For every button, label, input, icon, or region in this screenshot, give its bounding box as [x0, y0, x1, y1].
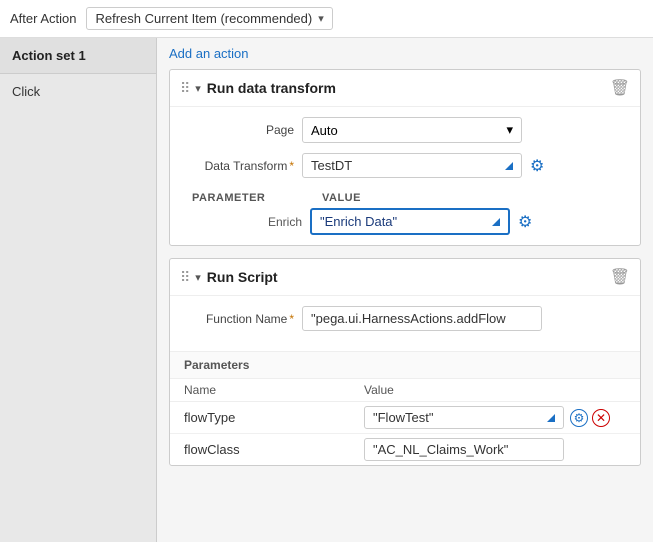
script-value-col-header: Value: [364, 383, 626, 397]
page-label: Page: [184, 123, 294, 137]
input-corner-indicator: [505, 162, 513, 170]
flow-class-name: flowClass: [184, 442, 364, 457]
flow-type-remove-icon[interactable]: ✕: [592, 409, 610, 427]
page-field-row: Page Auto ▾: [184, 117, 626, 143]
chevron-down-icon: ▾: [318, 12, 324, 25]
page-select-value: Auto: [311, 123, 338, 138]
data-transform-field-row: Data Transform TestDT ⚙: [184, 153, 626, 178]
action-set-title: Action set 1: [0, 38, 156, 74]
flow-type-name: flowType: [184, 410, 364, 425]
collapse-icon[interactable]: ▾: [195, 82, 201, 95]
function-name-label: Function Name: [184, 312, 294, 326]
drag-handle-icon[interactable]: ⠿: [180, 80, 189, 97]
run-script-header: ⠿ ▾ Run Script 🗑: [170, 259, 640, 296]
data-transform-label: Data Transform: [184, 159, 294, 173]
flow-type-corner: [547, 414, 555, 422]
data-transform-gear-icon[interactable]: ⚙: [530, 156, 544, 176]
run-script-card: ⠿ ▾ Run Script 🗑 Function Name "pega.ui.…: [169, 258, 641, 466]
flow-class-value: "AC_NL_Claims_Work": [373, 442, 555, 457]
main-layout: Action set 1 Click Add an action ⠿ ▾ Run…: [0, 38, 653, 542]
flow-type-input[interactable]: "FlowTest": [364, 406, 564, 429]
delete-action1-icon[interactable]: 🗑: [610, 78, 630, 98]
flow-class-input[interactable]: "AC_NL_Claims_Work": [364, 438, 564, 461]
action2-title: Run Script: [207, 269, 604, 285]
script-params-header: Parameters: [170, 351, 640, 379]
flow-type-value: "FlowTest": [373, 410, 547, 425]
flow-type-icons: ⚙ ✕: [570, 409, 610, 427]
data-transform-input[interactable]: TestDT: [302, 153, 522, 178]
data-transform-value: TestDT: [311, 158, 505, 173]
run-data-transform-header: ⠿ ▾ Run data transform 🗑: [170, 70, 640, 107]
enrich-gear-icon[interactable]: ⚙: [518, 212, 532, 232]
param-header-row: PARAMETER VALUE: [184, 188, 626, 208]
enrich-param-name: Enrich: [192, 215, 302, 229]
script-name-col-header: Name: [184, 383, 364, 397]
value-col-header: VALUE: [314, 188, 626, 208]
page-chevron-icon: ▾: [506, 122, 513, 138]
action1-title: Run data transform: [207, 80, 604, 96]
sidebar: Action set 1 Click: [0, 38, 157, 542]
param-corner-indicator: [492, 218, 500, 226]
enrich-param-input[interactable]: "Enrich Data": [310, 208, 510, 235]
content-area: Add an action ⠿ ▾ Run data transform 🗑 P…: [157, 38, 653, 542]
run-data-transform-card: ⠿ ▾ Run data transform 🗑 Page Auto ▾ Dat…: [169, 69, 641, 246]
after-action-dropdown-value: Refresh Current Item (recommended): [95, 11, 312, 26]
function-name-value: "pega.ui.HarnessActions.addFlow: [311, 311, 533, 326]
add-action-link[interactable]: Add an action: [169, 46, 249, 61]
flow-type-value-cell: "FlowTest" ⚙ ✕: [364, 406, 626, 429]
script-table-header: Name Value: [170, 379, 640, 402]
param-col-header: PARAMETER: [184, 188, 314, 208]
page-select[interactable]: Auto ▾: [302, 117, 522, 143]
enrich-param-value: "Enrich Data": [320, 214, 492, 229]
flow-class-value-cell: "AC_NL_Claims_Work": [364, 438, 626, 461]
after-action-label: After Action: [10, 11, 76, 26]
action1-form-body: Page Auto ▾ Data Transform TestDT ⚙: [170, 107, 640, 245]
flow-class-row: flowClass "AC_NL_Claims_Work": [170, 434, 640, 465]
delete-action2-icon[interactable]: 🗑: [610, 267, 630, 287]
run-script-collapse-icon[interactable]: ▾: [195, 271, 201, 284]
flow-type-gear-icon[interactable]: ⚙: [570, 409, 588, 427]
run-script-drag-handle-icon[interactable]: ⠿: [180, 269, 189, 286]
enrich-param-row: Enrich "Enrich Data" ⚙: [192, 208, 626, 235]
header-row: After Action Refresh Current Item (recom…: [0, 0, 653, 38]
after-action-dropdown[interactable]: Refresh Current Item (recommended) ▾: [86, 7, 332, 30]
function-name-field-row: Function Name "pega.ui.HarnessActions.ad…: [184, 306, 626, 331]
action2-form-body: Function Name "pega.ui.HarnessActions.ad…: [170, 296, 640, 351]
sidebar-item-click[interactable]: Click: [0, 74, 156, 109]
function-name-input[interactable]: "pega.ui.HarnessActions.addFlow: [302, 306, 542, 331]
flow-type-row: flowType "FlowTest" ⚙ ✕: [170, 402, 640, 434]
